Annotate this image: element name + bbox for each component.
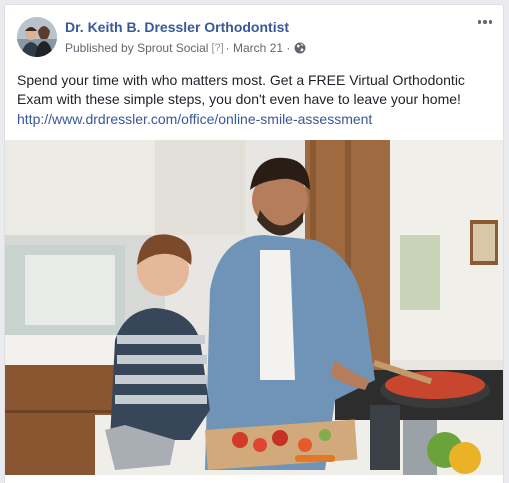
card-footer-space [5,475,503,483]
more-options-icon[interactable] [475,15,495,29]
meta-separator: · [225,41,230,55]
meta-separator-2: · [286,41,291,55]
avatar[interactable] [17,17,57,57]
page-name[interactable]: Dr. Keith B. Dressler Orthodontist [65,19,289,35]
post-date[interactable]: March 21 [233,41,283,55]
post-link[interactable]: http://www.drdressler.com/office/online-… [17,111,372,127]
post-text: Spend your time with who matters most. G… [17,72,465,107]
post-photo[interactable] [5,140,503,475]
publisher-link[interactable]: Sprout Social [137,41,208,55]
post-meta: Published by Sprout Social [?] · March 2… [65,41,306,55]
post-card: Dr. Keith B. Dressler Orthodontist Publi… [4,4,504,483]
help-mark[interactable]: [?] [211,42,223,54]
globe-icon[interactable] [294,42,306,54]
published-by-label: Published by [65,41,134,55]
